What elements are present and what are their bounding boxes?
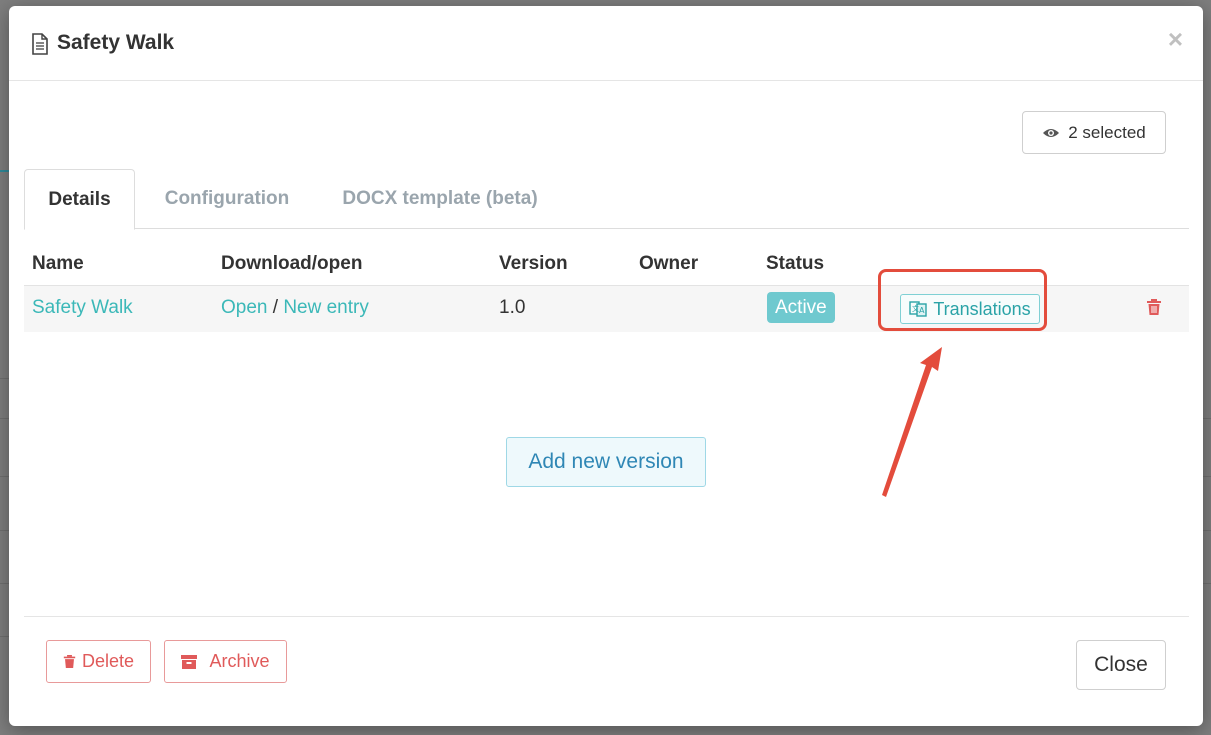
modal-title: Safety Walk <box>57 31 175 54</box>
bg-divider <box>1203 583 1211 584</box>
bg-divider <box>0 378 9 379</box>
bg-divider <box>0 530 9 531</box>
column-header-status: Status <box>766 253 825 274</box>
delete-label: Delete <box>81 651 135 671</box>
bg-divider <box>0 636 9 637</box>
bg-divider <box>1203 418 1211 419</box>
add-new-version-button[interactable]: Add new version <box>506 437 706 487</box>
trash-icon <box>63 655 76 668</box>
modal-header: Safety Walk × <box>9 6 1203 81</box>
status-badge: Active <box>767 292 835 323</box>
selected-count-button[interactable]: 2 selected <box>1022 111 1166 154</box>
eye-icon <box>1043 128 1060 137</box>
tab-bar: Details Configuration DOCX template (bet… <box>24 169 1189 230</box>
bg-divider <box>0 170 9 172</box>
selected-count-label: 2 selected <box>1068 122 1146 142</box>
delete-button[interactable]: Delete <box>46 640 151 683</box>
version-value: 1.0 <box>499 297 526 318</box>
link-separator: / <box>272 297 279 318</box>
open-link[interactable]: Open <box>221 297 267 318</box>
column-header-name: Name <box>32 253 84 274</box>
tab-configuration[interactable]: Configuration <box>152 169 302 229</box>
new-entry-link[interactable]: New entry <box>283 297 369 318</box>
archive-button[interactable]: Archive <box>164 640 287 683</box>
column-header-version: Version <box>499 253 568 274</box>
bg-divider <box>1203 530 1211 531</box>
close-icon[interactable]: × <box>1168 26 1183 52</box>
bg-divider <box>0 583 9 584</box>
safety-walk-modal: Safety Walk × 2 selected Details Configu… <box>9 6 1203 726</box>
trash-icon[interactable] <box>1146 298 1162 316</box>
form-name-link[interactable]: Safety Walk <box>32 297 133 319</box>
bg-divider <box>0 418 9 419</box>
archive-icon <box>181 654 198 669</box>
tab-docx-template[interactable]: DOCX template (beta) <box>330 169 550 229</box>
highlight-annotation <box>878 269 1047 331</box>
tab-details[interactable]: Details <box>24 169 135 230</box>
close-button[interactable]: Close <box>1076 640 1166 690</box>
column-header-owner: Owner <box>639 253 699 274</box>
footer-divider <box>24 616 1189 617</box>
document-icon <box>32 33 48 55</box>
bg-divider <box>0 476 9 477</box>
arrow-annotation <box>882 347 942 497</box>
bg-divider <box>1203 476 1211 477</box>
download-open-cell: Open / New entry <box>221 297 369 319</box>
archive-label: Archive <box>209 651 270 671</box>
column-header-download: Download/open <box>221 253 363 274</box>
